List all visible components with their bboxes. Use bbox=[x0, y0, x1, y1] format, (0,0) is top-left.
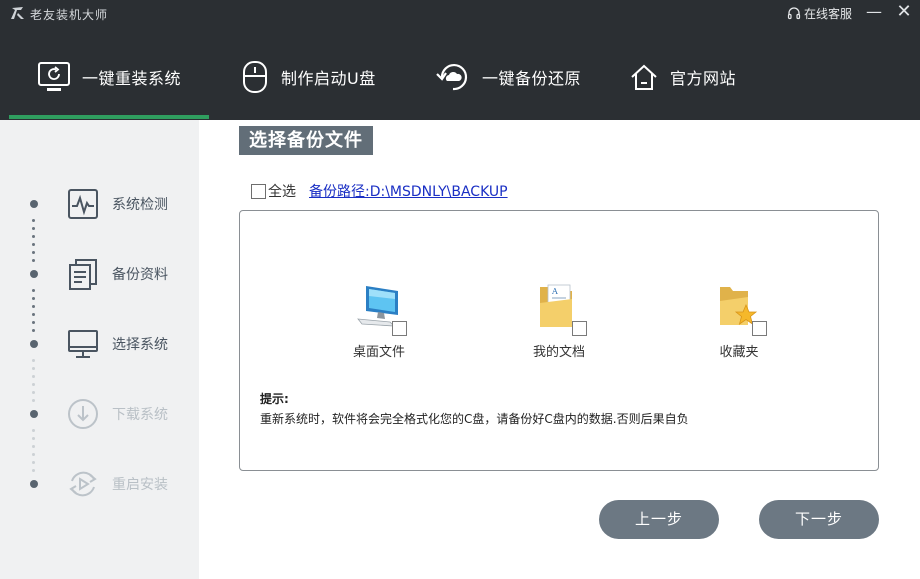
step-connector bbox=[32, 313, 35, 316]
step-connector bbox=[32, 367, 35, 370]
section-title: 选择备份文件 bbox=[239, 126, 373, 155]
step-label: 选择系统 bbox=[112, 337, 168, 353]
step-connector bbox=[32, 329, 35, 332]
folder-favorites[interactable]: 收藏夹 bbox=[684, 281, 794, 361]
folder-label: 我的文档 bbox=[532, 345, 585, 360]
step-connector bbox=[32, 469, 35, 472]
step-backup-data: 备份资料 bbox=[66, 254, 168, 294]
app-title: 老友装机大师 bbox=[30, 8, 109, 22]
step-connector bbox=[32, 227, 35, 230]
nav-label: 一键备份还原 bbox=[482, 69, 582, 88]
select-all-checkbox[interactable]: 全选 bbox=[251, 181, 296, 201]
step-sidebar: 系统检测 备份资料 选择系统 下载系统 重启安装 bbox=[0, 120, 199, 579]
documents-icon bbox=[69, 259, 97, 290]
step-label: 下载系统 bbox=[112, 407, 168, 423]
folder-label: 桌面文件 bbox=[352, 345, 405, 360]
monitor-refresh-icon bbox=[38, 62, 70, 91]
restart-icon bbox=[69, 471, 97, 497]
nav-item-website[interactable]: 官方网站 bbox=[628, 46, 736, 108]
nav-item-reinstall[interactable]: 一键重装系统 bbox=[36, 46, 181, 108]
step-dot bbox=[30, 480, 38, 488]
step-connector bbox=[32, 429, 35, 432]
step-label: 重启安装 bbox=[112, 477, 168, 493]
step-connector bbox=[32, 383, 35, 386]
checkbox-box[interactable] bbox=[251, 183, 266, 199]
nav-item-usb[interactable]: 制作启动U盘 bbox=[239, 46, 376, 108]
step-system-check: 系统检测 bbox=[66, 184, 168, 224]
select-all-label: 全选 bbox=[268, 184, 296, 200]
usb-drive-icon bbox=[243, 61, 267, 93]
step-connector bbox=[32, 445, 35, 448]
next-step-button[interactable]: 下一步 bbox=[759, 500, 879, 539]
app-logo-icon bbox=[11, 7, 24, 19]
folder-checkbox[interactable] bbox=[752, 321, 767, 336]
folder-desktop[interactable]: 桌面文件 bbox=[324, 281, 434, 361]
step-restart-install: 重启安装 bbox=[66, 464, 168, 504]
cloud-restore-icon bbox=[436, 64, 468, 91]
step-dot bbox=[30, 340, 38, 348]
step-download-system: 下载系统 bbox=[66, 394, 168, 434]
online-service-button[interactable]: 在线客服 bbox=[787, 5, 852, 22]
step-label: 备份资料 bbox=[112, 267, 168, 283]
step-connector bbox=[32, 305, 35, 308]
app-header: 老友装机大师 在线客服 — ✕ 一键重装系统 制作启动U盘 一键备份还原 官方网… bbox=[0, 0, 920, 120]
step-connector bbox=[32, 259, 35, 262]
nav-label: 一键重装系统 bbox=[82, 69, 182, 88]
computer-icon bbox=[68, 330, 98, 358]
svg-text:A: A bbox=[551, 287, 558, 296]
online-service-label: 在线客服 bbox=[804, 7, 853, 21]
nav-item-backup[interactable]: 一键备份还原 bbox=[434, 46, 581, 108]
home-icon bbox=[631, 64, 657, 90]
tip-title: 提示: bbox=[260, 392, 289, 406]
download-icon bbox=[68, 399, 98, 429]
nav-label: 官方网站 bbox=[670, 69, 737, 88]
step-connector bbox=[32, 391, 35, 394]
step-connector bbox=[32, 399, 35, 402]
step-connector bbox=[32, 321, 35, 324]
step-dot bbox=[30, 270, 38, 278]
active-tab-indicator bbox=[9, 115, 209, 119]
step-connector bbox=[32, 375, 35, 378]
step-connector bbox=[32, 359, 35, 362]
step-connector bbox=[32, 297, 35, 300]
title-bar: 老友装机大师 在线客服 — ✕ bbox=[0, 0, 920, 28]
step-connector bbox=[32, 251, 35, 254]
folder-my-documents[interactable]: A 我的文档 bbox=[504, 281, 614, 361]
folder-checkbox[interactable] bbox=[392, 321, 407, 336]
step-select-system: 选择系统 bbox=[66, 324, 168, 364]
headset-icon bbox=[787, 6, 801, 19]
step-dot bbox=[30, 200, 38, 208]
step-connector bbox=[32, 437, 35, 440]
tip-text: 重新系统时，软件将会完全格式化您的C盘，请备份好C盘内的数据.否则后果自负 bbox=[260, 412, 689, 426]
step-connector bbox=[32, 453, 35, 456]
folder-label: 收藏夹 bbox=[719, 345, 759, 360]
heartbeat-monitor-icon bbox=[68, 189, 98, 219]
step-label: 系统检测 bbox=[112, 197, 168, 213]
folder-checkbox[interactable] bbox=[572, 321, 587, 336]
close-button[interactable]: ✕ bbox=[894, 3, 914, 23]
backup-path-link[interactable]: 备份路径:D:\MSDNLY\BACKUP bbox=[309, 181, 508, 201]
nav-label: 制作启动U盘 bbox=[281, 69, 376, 88]
step-dot bbox=[30, 410, 38, 418]
step-connector bbox=[32, 243, 35, 246]
backup-files-panel: 桌面文件 A 我的文档 收藏夹 提示: 重新系统时，软件将会完全格式化您的C盘，… bbox=[239, 210, 879, 471]
step-connector bbox=[32, 289, 35, 292]
previous-step-button[interactable]: 上一步 bbox=[599, 500, 719, 539]
step-connector bbox=[32, 219, 35, 222]
step-connector bbox=[32, 235, 35, 238]
minimize-button[interactable]: — bbox=[864, 3, 884, 23]
step-connector bbox=[32, 461, 35, 464]
